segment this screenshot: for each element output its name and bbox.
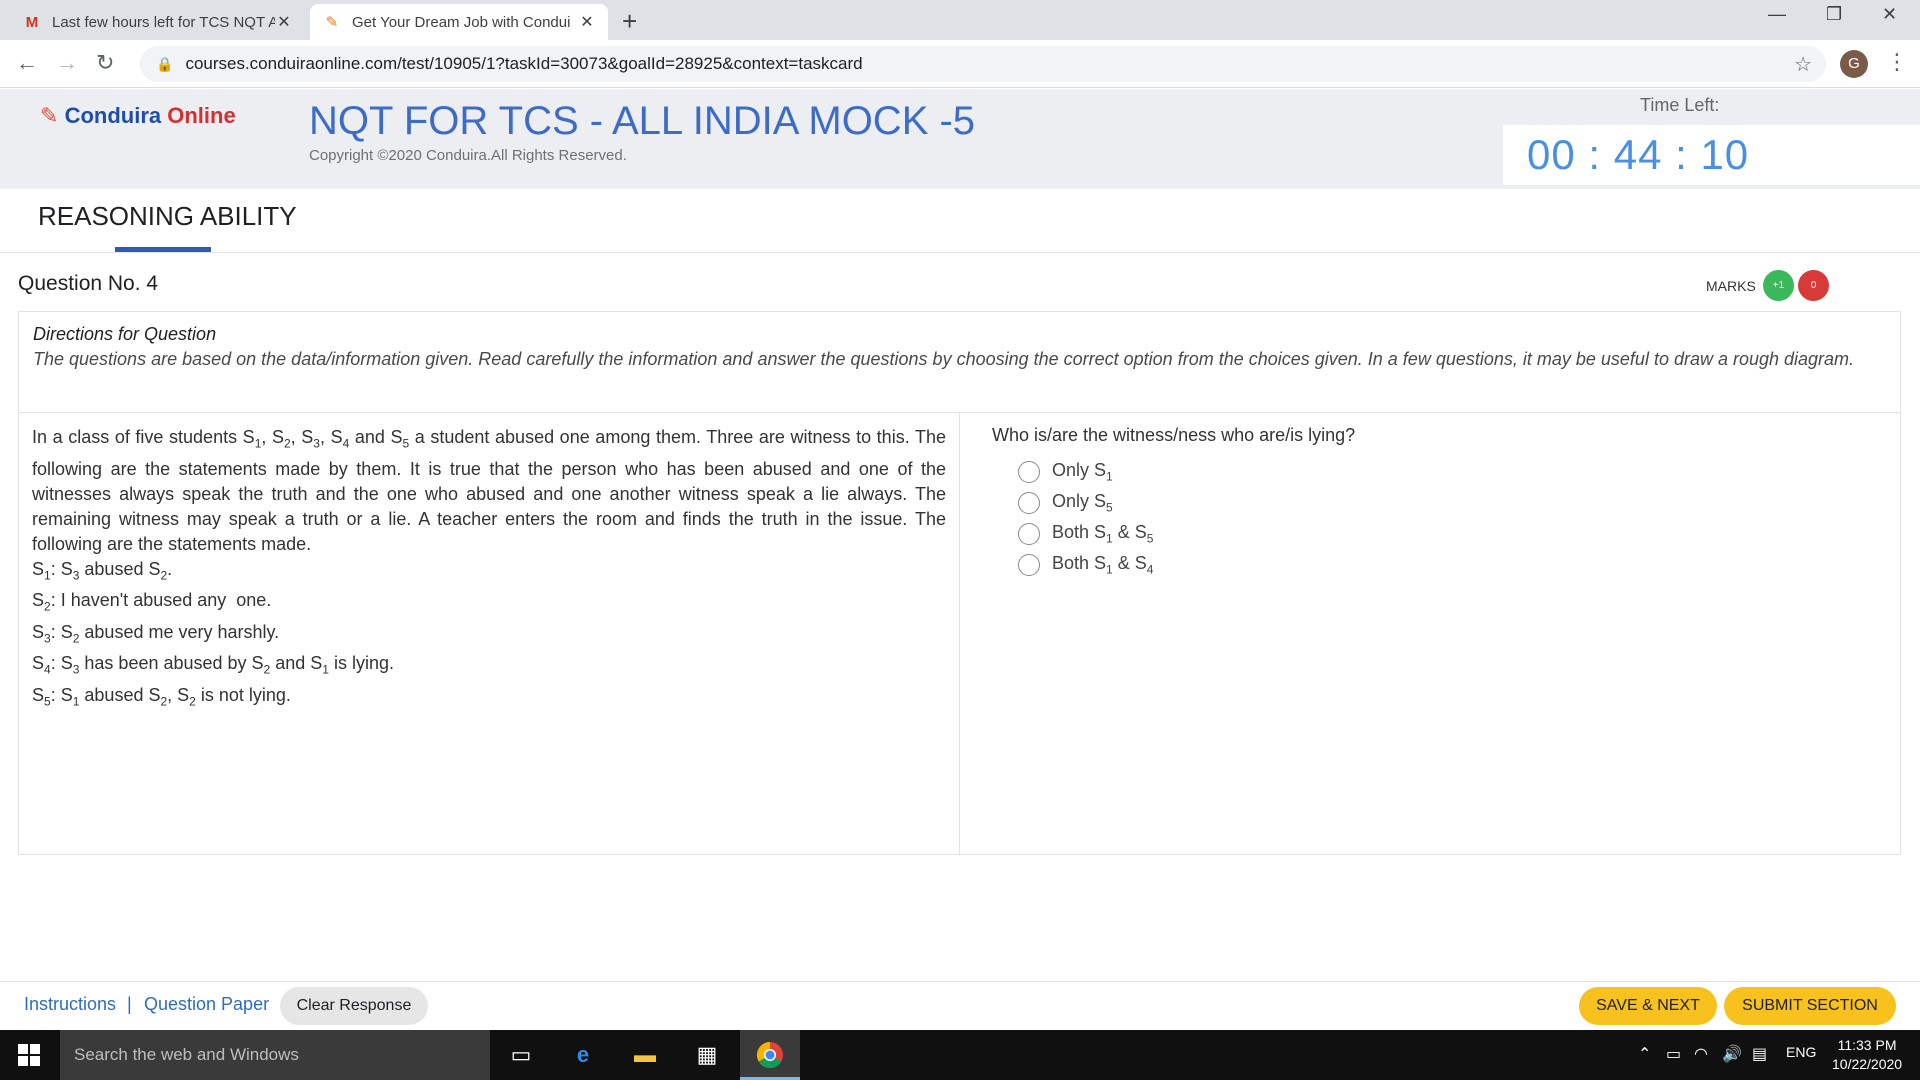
browser-tab-gmail[interactable]: M Last few hours left for TCS NQT A ✕ — [10, 4, 305, 40]
options-list: Only S1 Only S5 Both S1 & S5 Both S1 & S… — [992, 456, 1868, 580]
clear-response-button[interactable]: Clear Response — [280, 987, 428, 1025]
clock-time: 11:33 PM — [1837, 1037, 1897, 1053]
conduira-logo: ✎ Conduira Online — [40, 103, 236, 128]
option-label: Only S5 — [1052, 490, 1113, 515]
store-icon[interactable]: ▦ — [692, 1040, 722, 1070]
question-text: Who is/are the witness/ness who are/is l… — [992, 425, 1356, 445]
back-arrow-icon[interactable]: ← — [16, 50, 38, 76]
passage-pane: In a class of five students S1, S2, S3, … — [18, 412, 960, 855]
tab-title: Last few hours left for TCS NQT A — [52, 13, 275, 31]
language-indicator[interactable]: ENG — [1786, 1044, 1816, 1060]
conduira-favicon-icon: ✎ — [325, 14, 339, 31]
close-tab-icon[interactable]: ✕ — [578, 12, 596, 32]
battery-icon[interactable]: ▭ — [1666, 1044, 1681, 1064]
statement-s1: S1: S3 abused S2. — [32, 558, 173, 583]
chevron-up-icon[interactable]: ⌃ — [1638, 1044, 1651, 1064]
question-pane: Who is/are the witness/ness who are/is l… — [959, 412, 1901, 855]
instructions-link[interactable]: Instructions — [24, 994, 116, 1015]
active-tab-indicator — [115, 247, 211, 252]
new-tab-button[interactable]: + — [622, 6, 637, 37]
task-view-icon[interactable]: ▭ — [506, 1040, 536, 1070]
address-bar[interactable]: 🔒 courses.conduiraonline.com/test/10905/… — [140, 46, 1826, 82]
exam-title: NQT FOR TCS - ALL INDIA MOCK -5 — [309, 99, 976, 143]
radio-button[interactable] — [1018, 491, 1040, 514]
minimize-icon[interactable]: — — [1768, 4, 1786, 25]
forward-arrow-icon[interactable]: → — [56, 50, 78, 76]
save-next-button[interactable]: SAVE & NEXT — [1579, 987, 1717, 1025]
browser-tab-conduira[interactable]: ✎ Get Your Dream Job with Condui ✕ — [310, 4, 608, 40]
radio-button[interactable] — [1018, 460, 1040, 483]
directions-heading: Directions for Question — [33, 324, 217, 344]
radio-button[interactable] — [1018, 553, 1040, 576]
tab-reasoning-ability[interactable]: REASONING ABILITY — [38, 201, 297, 232]
negative-marks-badge: 0 — [1798, 270, 1829, 301]
option-c[interactable]: Both S1 & S5 — [1018, 518, 1868, 549]
close-tab-icon[interactable]: ✕ — [275, 12, 293, 32]
wifi-icon[interactable]: ◠ — [1694, 1044, 1708, 1064]
statement-s5: S5: S1 abused S2, S2 is not lying. — [32, 684, 291, 709]
restore-icon[interactable]: ❐ — [1826, 4, 1842, 25]
file-explorer-icon[interactable]: ▬ — [630, 1040, 660, 1070]
question-paper-link[interactable]: Question Paper — [144, 994, 269, 1015]
reload-icon[interactable]: ↻ — [96, 50, 114, 76]
notification-icon[interactable]: ▤ — [1752, 1044, 1767, 1064]
bookmark-star-icon[interactable]: ☆ — [1794, 52, 1812, 77]
test-header: ✎ Conduira Online NQT FOR TCS - ALL INDI… — [0, 89, 1920, 189]
chrome-icon — [756, 1041, 783, 1069]
statement-s4: S4: S3 has been abused by S2 and S1 is l… — [32, 653, 394, 677]
link-separator: | — [127, 994, 132, 1014]
kebab-menu-icon[interactable]: ⋮ — [1886, 49, 1908, 75]
edge-browser-icon[interactable]: e — [568, 1040, 598, 1070]
taskbar-clock[interactable]: 11:33 PM 10/22/2020 — [1832, 1036, 1902, 1074]
chrome-taskbar-button[interactable] — [740, 1030, 800, 1080]
action-bar: Instructions | Question Paper Clear Resp… — [0, 981, 1920, 1029]
windows-start-icon[interactable] — [18, 1044, 40, 1066]
statement-s2: S2: I haven't abused any one. — [32, 590, 272, 614]
timer-box: 00 : 44 : 10 — [1503, 125, 1920, 185]
logo-pencil-icon: ✎ — [40, 103, 59, 128]
countdown-timer: 00 : 44 : 10 — [1527, 131, 1750, 178]
profile-avatar[interactable]: G — [1840, 50, 1868, 78]
positive-marks-badge: +1 — [1763, 270, 1794, 301]
directions-text: The questions are based on the data/info… — [33, 349, 1855, 369]
volume-icon[interactable]: 🔊 — [1722, 1044, 1742, 1064]
browser-tab-strip: M Last few hours left for TCS NQT A ✕ ✎ … — [0, 0, 1920, 40]
option-label: Only S1 — [1052, 459, 1113, 484]
option-a[interactable]: Only S1 — [1018, 456, 1868, 487]
close-window-icon[interactable]: ✕ — [1882, 4, 1897, 25]
url-text: courses.conduiraonline.com/test/10905/1?… — [185, 54, 863, 73]
option-d[interactable]: Both S1 & S4 — [1018, 549, 1868, 580]
directions-box: Directions for Question The questions ar… — [18, 311, 1901, 412]
copyright-text: Copyright ©2020 Conduira.All Rights Rese… — [309, 147, 627, 164]
question-number: Question No. 4 — [18, 272, 159, 295]
radio-button[interactable] — [1018, 522, 1040, 545]
windows-taskbar: Search the web and Windows ▭ e ▬ ▦ ⌃ ▭ ◠… — [0, 1030, 1920, 1080]
gmail-icon: M — [25, 13, 39, 31]
submit-section-button[interactable]: SUBMIT SECTION — [1724, 987, 1896, 1025]
option-label: Both S1 & S5 — [1052, 521, 1154, 546]
clock-date: 10/22/2020 — [1832, 1056, 1903, 1072]
tab-title: Get Your Dream Job with Condui — [352, 13, 571, 31]
passage-paragraph: In a class of five students S1, S2, S3, … — [32, 427, 946, 554]
lock-icon: 🔒 — [156, 55, 174, 72]
option-label: Both S1 & S4 — [1052, 552, 1154, 577]
option-b[interactable]: Only S5 — [1018, 487, 1868, 518]
section-tabs: REASONING ABILITY — [0, 189, 1920, 253]
statement-s3: S3: S2 abused me very harshly. — [32, 621, 280, 646]
browser-toolbar: ← → ↻ 🔒 courses.conduiraonline.com/test/… — [0, 40, 1920, 88]
taskbar-search-box[interactable]: Search the web and Windows — [60, 1030, 490, 1080]
time-left-label: Time Left: — [1640, 95, 1720, 115]
marks-label: MARKS — [1706, 278, 1756, 294]
